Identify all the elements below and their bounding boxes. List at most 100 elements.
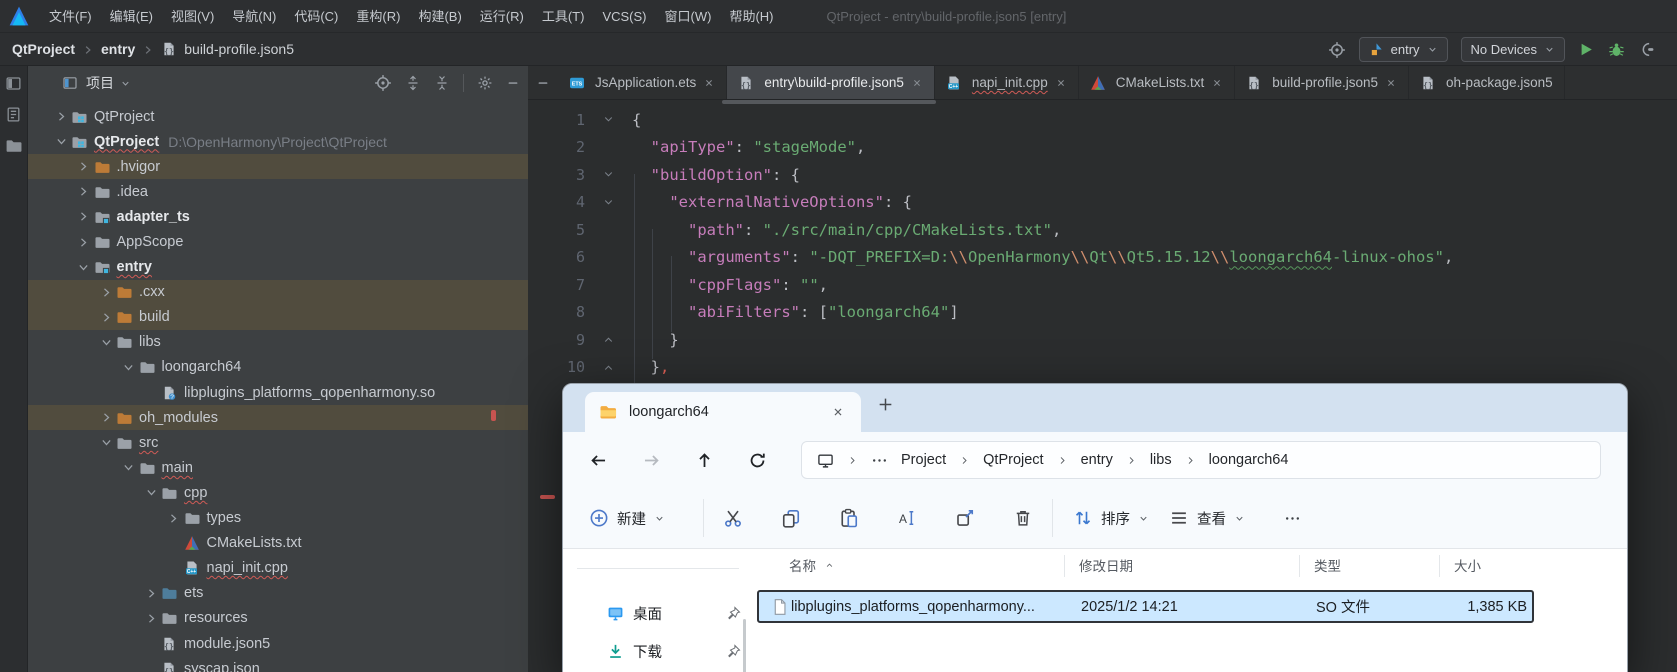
chevron-down-icon[interactable] bbox=[74, 261, 94, 274]
chevron-right-icon[interactable] bbox=[74, 185, 94, 198]
hide-panel-icon[interactable] bbox=[506, 76, 520, 90]
chevron-down-icon[interactable] bbox=[96, 436, 116, 449]
tree-item-appscope[interactable]: AppScope bbox=[28, 229, 528, 254]
tree-item-src[interactable]: src bbox=[28, 430, 528, 455]
tree-item-oh-modules[interactable]: oh_modules bbox=[28, 405, 528, 430]
close-tab-icon[interactable] bbox=[911, 77, 923, 89]
menu-item[interactable]: 窗口(W) bbox=[656, 0, 721, 33]
copy-icon[interactable] bbox=[781, 508, 801, 528]
new-button[interactable]: 新建 bbox=[589, 508, 665, 529]
chevron-right-icon[interactable] bbox=[74, 160, 94, 173]
address-crumb-loongarch64[interactable]: loongarch64 bbox=[1209, 452, 1289, 468]
editor-tab-jsapplication-ets[interactable]: ETSJsApplication.ets bbox=[558, 66, 727, 99]
cut-icon[interactable] bbox=[723, 508, 743, 528]
run-button[interactable] bbox=[1578, 41, 1595, 58]
menu-item[interactable]: VCS(S) bbox=[593, 0, 655, 33]
rename-icon[interactable]: A bbox=[897, 508, 917, 528]
chevron-down-icon[interactable] bbox=[96, 336, 116, 349]
expand-all-icon[interactable] bbox=[405, 75, 421, 91]
chevron-right-icon[interactable] bbox=[96, 286, 116, 299]
chevron-right-icon[interactable] bbox=[141, 612, 161, 625]
view-button[interactable]: 查看 bbox=[1169, 508, 1245, 529]
editor-tab-napi-init-cpp[interactable]: C++napi_init.cpp bbox=[935, 66, 1079, 99]
tab-scrollbar[interactable] bbox=[722, 100, 936, 104]
chevron-down-icon[interactable] bbox=[119, 461, 139, 474]
up-icon[interactable] bbox=[695, 451, 714, 470]
refresh-icon[interactable] bbox=[748, 451, 767, 470]
divider[interactable] bbox=[1299, 555, 1300, 577]
run-config-select[interactable]: entry bbox=[1359, 37, 1448, 62]
tree-item-qtproject[interactable]: QtProject bbox=[28, 104, 528, 129]
chevron-down-icon[interactable] bbox=[119, 361, 139, 374]
tree-item--hvigor[interactable]: .hvigor bbox=[28, 154, 528, 179]
divider[interactable] bbox=[1439, 555, 1440, 577]
tree-item-main[interactable]: main bbox=[28, 455, 528, 480]
file-row-selected[interactable]: libplugins_platforms_qopenharmony... 202… bbox=[757, 590, 1534, 623]
chevron-right-icon[interactable] bbox=[51, 110, 71, 123]
tree-item-adapter-ts[interactable]: adapter_ts bbox=[28, 204, 528, 229]
tree-item-cmakelists-txt[interactable]: CMakeLists.txt bbox=[28, 531, 528, 556]
close-tab-icon[interactable] bbox=[1055, 77, 1067, 89]
tree-item-resources[interactable]: resources bbox=[28, 606, 528, 631]
editor-tab-cmakelists-txt[interactable]: CMakeLists.txt bbox=[1079, 66, 1236, 99]
share-icon[interactable] bbox=[955, 508, 975, 528]
tree-item-build[interactable]: build bbox=[28, 305, 528, 330]
breadcrumb-module[interactable]: entry bbox=[101, 41, 135, 57]
close-tab-icon[interactable] bbox=[1385, 77, 1397, 89]
chevron-right-icon[interactable] bbox=[96, 311, 116, 324]
tree-item-loongarch64[interactable]: loongarch64 bbox=[28, 355, 528, 380]
sidebar-scrollbar[interactable] bbox=[743, 619, 746, 672]
tree-item-cpp[interactable]: cpp bbox=[28, 480, 528, 505]
menu-item[interactable]: 重构(R) bbox=[347, 0, 409, 33]
tree-item--idea[interactable]: .idea bbox=[28, 179, 528, 204]
tree-item-types[interactable]: types bbox=[28, 506, 528, 531]
close-tab-icon[interactable] bbox=[831, 405, 845, 419]
debug-button[interactable] bbox=[1608, 41, 1625, 58]
project-panel-title[interactable]: 项目 bbox=[86, 73, 114, 93]
breadcrumb-project[interactable]: QtProject bbox=[12, 41, 75, 57]
chevron-right-icon[interactable] bbox=[164, 512, 184, 525]
tree-item-syscap-json[interactable]: {}syscap.json bbox=[28, 656, 528, 672]
menu-item[interactable]: 导航(N) bbox=[223, 0, 285, 33]
tree-item-ets[interactable]: ets bbox=[28, 581, 528, 606]
tree-item-libs[interactable]: libs bbox=[28, 330, 528, 355]
back-icon[interactable] bbox=[589, 451, 608, 470]
close-tab-icon[interactable] bbox=[1211, 77, 1223, 89]
device-target-icon[interactable] bbox=[1328, 41, 1346, 59]
hide-tabs-icon[interactable] bbox=[528, 66, 558, 99]
fold-open-icon[interactable] bbox=[585, 168, 632, 181]
more-options-icon[interactable] bbox=[1284, 510, 1301, 527]
explorer-tab[interactable]: loongarch64 bbox=[585, 392, 861, 432]
folder-tool-icon[interactable] bbox=[5, 137, 22, 154]
attach-profiler-button[interactable] bbox=[1638, 41, 1655, 58]
menu-item[interactable]: 帮助(H) bbox=[720, 0, 782, 33]
sidebar-item-downloads[interactable]: 下载 bbox=[563, 634, 741, 668]
fold-open-icon[interactable] bbox=[585, 113, 632, 126]
sidebar-item-desktop[interactable]: 桌面 bbox=[563, 596, 741, 630]
column-header-name[interactable]: 名称 bbox=[789, 555, 835, 575]
new-tab-icon[interactable] bbox=[877, 396, 894, 413]
address-crumb-project[interactable]: Project bbox=[901, 452, 946, 468]
column-header-date[interactable]: 修改日期 bbox=[1079, 555, 1133, 575]
chevron-down-icon[interactable] bbox=[141, 486, 161, 499]
chevron-right-icon[interactable] bbox=[96, 411, 116, 424]
breadcrumb-file[interactable]: build-profile.json5 bbox=[184, 41, 294, 57]
fold-close-icon[interactable] bbox=[585, 361, 632, 374]
tree-item-napi-init-cpp[interactable]: C++napi_init.cpp bbox=[28, 556, 528, 581]
sort-button[interactable]: 排序 bbox=[1073, 508, 1149, 529]
address-crumb-libs[interactable]: libs bbox=[1150, 452, 1172, 468]
code-editor[interactable]: 1{2 "apiType": "stageMode",3 "buildOptio… bbox=[528, 106, 1677, 381]
divider[interactable] bbox=[1064, 555, 1065, 577]
tree-item-entry[interactable]: entry bbox=[28, 255, 528, 280]
project-tool-icon[interactable] bbox=[5, 75, 22, 92]
path-overflow-icon[interactable] bbox=[871, 452, 888, 469]
locate-file-icon[interactable] bbox=[374, 74, 392, 92]
chevron-right-icon[interactable] bbox=[141, 587, 161, 600]
paste-icon[interactable] bbox=[839, 508, 859, 528]
chevron-down-icon[interactable] bbox=[51, 135, 71, 148]
menu-item[interactable]: 工具(T) bbox=[533, 0, 594, 33]
tree-item-module-json5[interactable]: {}module.json5 bbox=[28, 631, 528, 656]
menu-item[interactable]: 构建(B) bbox=[409, 0, 470, 33]
address-bar[interactable]: ProjectQtProjectentrylibsloongarch64 bbox=[801, 441, 1601, 479]
address-crumb-entry[interactable]: entry bbox=[1081, 452, 1113, 468]
